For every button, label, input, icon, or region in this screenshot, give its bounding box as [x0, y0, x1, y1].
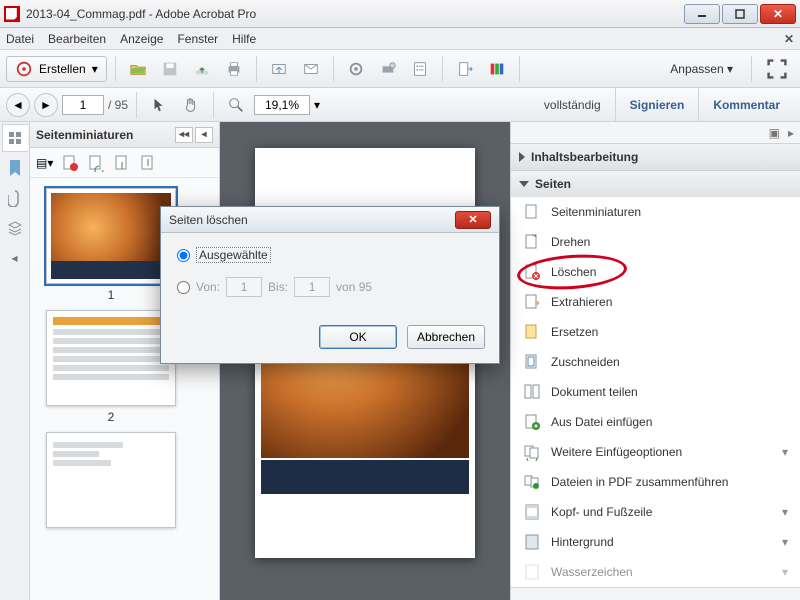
- tool-replace[interactable]: Ersetzen: [511, 317, 800, 347]
- sign-link[interactable]: Signieren: [615, 88, 699, 122]
- window-titlebar: 2013-04_Commag.pdf - Adobe Acrobat Pro ✕: [0, 0, 800, 28]
- menu-file[interactable]: Datei: [6, 32, 34, 46]
- thumbnails-title: Seitenminiaturen: [36, 128, 133, 142]
- of-total-label: von 95: [336, 280, 372, 294]
- bookmarks-rail-button[interactable]: [2, 154, 28, 182]
- complete-link[interactable]: vollständig: [530, 88, 615, 122]
- menu-view[interactable]: Anzeige: [120, 32, 163, 46]
- tool-split[interactable]: Dokument teilen: [511, 377, 800, 407]
- tool-background[interactable]: Hintergrund▾: [511, 527, 800, 557]
- close-button[interactable]: ✕: [760, 4, 796, 24]
- tool-crop[interactable]: Zuschneiden: [511, 347, 800, 377]
- create-button[interactable]: Erstellen ▾: [6, 56, 107, 82]
- delete-pages-dialog: Seiten löschen ✕ Ausgewählte Von: Bis: v…: [160, 206, 500, 364]
- tool-rotate[interactable]: Drehen: [511, 227, 800, 257]
- to-input[interactable]: [294, 277, 330, 297]
- thumbs-next-icon[interactable]: ◂: [195, 127, 213, 143]
- tool-more-insert[interactable]: Weitere Einfügeoptionen▾: [511, 437, 800, 467]
- share-button[interactable]: [265, 56, 293, 82]
- open-button[interactable]: [124, 56, 152, 82]
- hand-tool[interactable]: [177, 92, 205, 118]
- left-rail: ◂: [0, 122, 30, 600]
- create-gear-icon: [15, 60, 33, 78]
- page-input[interactable]: [62, 95, 104, 115]
- menu-help[interactable]: Hilfe: [232, 32, 256, 46]
- menu-window[interactable]: Fenster: [177, 32, 218, 46]
- window-title: 2013-04_Commag.pdf - Adobe Acrobat Pro: [26, 7, 684, 21]
- create-label: Erstellen: [39, 62, 86, 76]
- thumbnails-rail-button[interactable]: [2, 124, 28, 152]
- tool-thumbnails[interactable]: Seitenminiaturen: [511, 197, 800, 227]
- tool-extract[interactable]: Extrahieren: [511, 287, 800, 317]
- thumbnail-page-2[interactable]: 2: [46, 310, 176, 424]
- radio-selected[interactable]: [177, 249, 190, 262]
- customize-button[interactable]: Anpassen ▾: [660, 62, 743, 76]
- dialog-title: Seiten löschen: [169, 213, 248, 227]
- ok-button[interactable]: OK: [319, 325, 397, 349]
- rail-collapse-icon[interactable]: ◂: [2, 244, 28, 272]
- prev-page-button[interactable]: ◄: [6, 93, 30, 117]
- thumbs-rotate-icon[interactable]: [87, 154, 105, 172]
- color-button[interactable]: [483, 56, 511, 82]
- maximize-button[interactable]: [722, 4, 758, 24]
- dropdown-arrow-icon: ▾: [92, 62, 98, 76]
- zoom-dropdown-icon[interactable]: ▾: [314, 98, 320, 112]
- thumbnail-page-1[interactable]: 1: [46, 188, 176, 302]
- dialog-close-button[interactable]: ✕: [455, 211, 491, 229]
- thumbs-delete-icon[interactable]: [61, 154, 79, 172]
- main-toolbar: Erstellen ▾ Anpassen ▾: [0, 50, 800, 88]
- tool-delete[interactable]: Löschen: [511, 257, 800, 287]
- thumbs-replace-icon[interactable]: [139, 154, 157, 172]
- from-input[interactable]: [226, 277, 262, 297]
- nav-toolbar: ◄ ► / 95 ▾ vollständig Signieren Komment…: [0, 88, 800, 122]
- comment-link[interactable]: Kommentar: [698, 88, 794, 122]
- next-page-button[interactable]: ►: [34, 93, 58, 117]
- minimize-button[interactable]: [684, 4, 720, 24]
- fullscreen-button[interactable]: [760, 56, 794, 82]
- thumbs-extract-icon[interactable]: [113, 154, 131, 172]
- tools-panel: ▣ ▸ Inhaltsbearbeitung Seiten Seitenminia…: [510, 122, 800, 600]
- thumbnail-page-3[interactable]: [46, 432, 176, 528]
- zoom-button[interactable]: [222, 92, 250, 118]
- thumbnails-toolbar: ▤▾: [30, 148, 219, 178]
- from-label: Von:: [196, 280, 220, 294]
- page-total: / 95: [108, 98, 128, 112]
- cancel-button[interactable]: Abbrechen: [407, 325, 485, 349]
- panel-collapse-icon[interactable]: ▣: [769, 126, 780, 140]
- cloud-upload-button[interactable]: [188, 56, 216, 82]
- tool-insert-from-file[interactable]: Aus Datei einfügen: [511, 407, 800, 437]
- radio-selected-label: Ausgewählte: [196, 247, 271, 263]
- quick-print-button[interactable]: [374, 56, 402, 82]
- layers-rail-button[interactable]: [2, 214, 28, 242]
- radio-range[interactable]: [177, 281, 190, 294]
- to-label: Bis:: [268, 280, 288, 294]
- app-icon: [4, 6, 20, 22]
- email-button[interactable]: [297, 56, 325, 82]
- save-button[interactable]: [156, 56, 184, 82]
- tool-header-footer[interactable]: Kopf- und Fußzeile▾: [511, 497, 800, 527]
- settings-button[interactable]: [342, 56, 370, 82]
- form-button[interactable]: [406, 56, 434, 82]
- zoom-input[interactable]: [254, 95, 310, 115]
- panel-hide-icon[interactable]: ▸: [788, 126, 794, 140]
- menu-edit[interactable]: Bearbeiten: [48, 32, 106, 46]
- export-button[interactable]: [451, 56, 479, 82]
- print-button[interactable]: [220, 56, 248, 82]
- menubar: Datei Bearbeiten Anzeige Fenster Hilfe ✕: [0, 28, 800, 50]
- tool-combine[interactable]: Dateien in PDF zusammenführen: [511, 467, 800, 497]
- thumbs-prev-icon[interactable]: ◂◂: [175, 127, 193, 143]
- attachments-rail-button[interactable]: [2, 184, 28, 212]
- thumbs-menu-icon[interactable]: ▤▾: [36, 156, 53, 170]
- select-tool[interactable]: [145, 92, 173, 118]
- document-close-icon[interactable]: ✕: [784, 32, 794, 46]
- accordion-pages[interactable]: Seiten: [511, 171, 800, 197]
- accordion-content-editing[interactable]: Inhaltsbearbeitung: [511, 144, 800, 170]
- tool-watermark[interactable]: Wasserzeichen▾: [511, 557, 800, 587]
